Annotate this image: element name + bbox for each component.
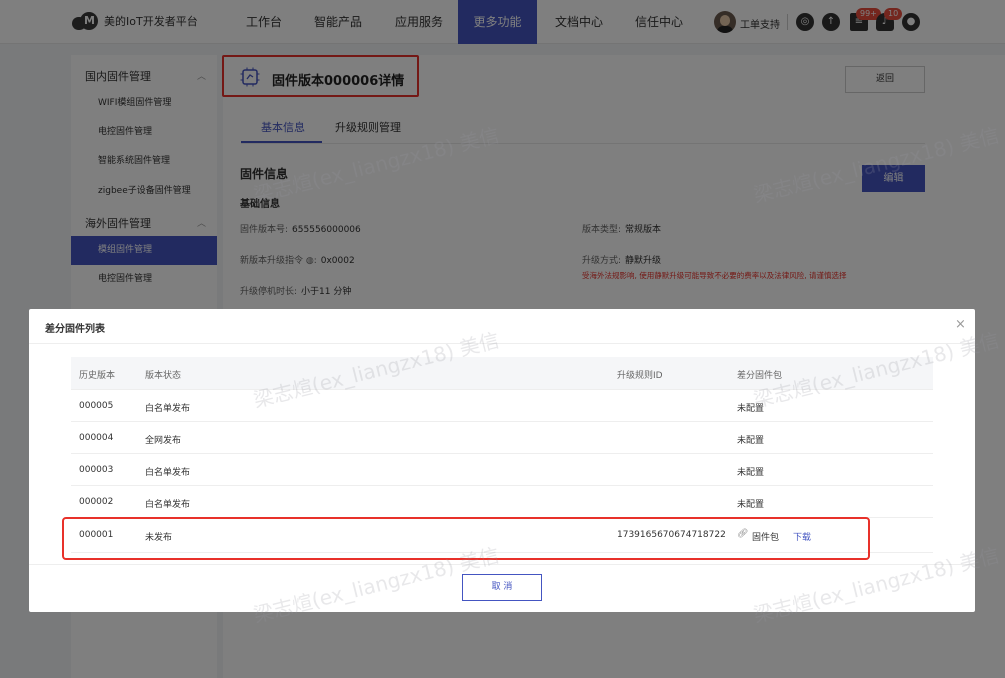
dialog-footer-divider: [29, 564, 975, 565]
cell-version: 000002: [79, 497, 114, 507]
table-row: 000003 白名单发布 未配置: [71, 454, 933, 486]
cell-package: 未配置: [737, 436, 765, 446]
cell-package: 未配置: [737, 404, 765, 414]
cell-status: 白名单发布: [145, 404, 191, 414]
column-header-version-status: 版本状态: [145, 371, 182, 381]
cell-status: 全网发布: [145, 436, 182, 446]
cell-package: 未配置: [737, 500, 765, 510]
table-row: 000004 全网发布 未配置: [71, 422, 933, 454]
cell-status: 白名单发布: [145, 500, 191, 510]
table-row: 000002 白名单发布 未配置: [71, 486, 933, 518]
cancel-button[interactable]: 取 消: [462, 574, 542, 601]
column-header-diff-package: 差分固件包: [737, 371, 783, 381]
table-header: 历史版本 版本状态 升级规则ID 差分固件包: [71, 357, 933, 390]
cell-version: 000003: [79, 465, 114, 475]
cell-status: 白名单发布: [145, 468, 191, 478]
close-icon[interactable]: ×: [955, 317, 966, 332]
cell-package: 未配置: [737, 468, 765, 478]
dialog-title: 差分固件列表: [45, 324, 105, 335]
row-highlight-box: [62, 517, 870, 560]
diff-firmware-dialog: 差分固件列表 × 历史版本 版本状态 升级规则ID 差分固件包 000005 白…: [29, 309, 975, 612]
dialog-header-divider: [29, 343, 975, 344]
cell-version: 000005: [79, 401, 114, 411]
column-header-history-version: 历史版本: [79, 371, 116, 381]
column-header-rule-id: 升级规则ID: [617, 371, 663, 381]
table-row: 000005 白名单发布 未配置: [71, 390, 933, 422]
cell-version: 000004: [79, 433, 114, 443]
